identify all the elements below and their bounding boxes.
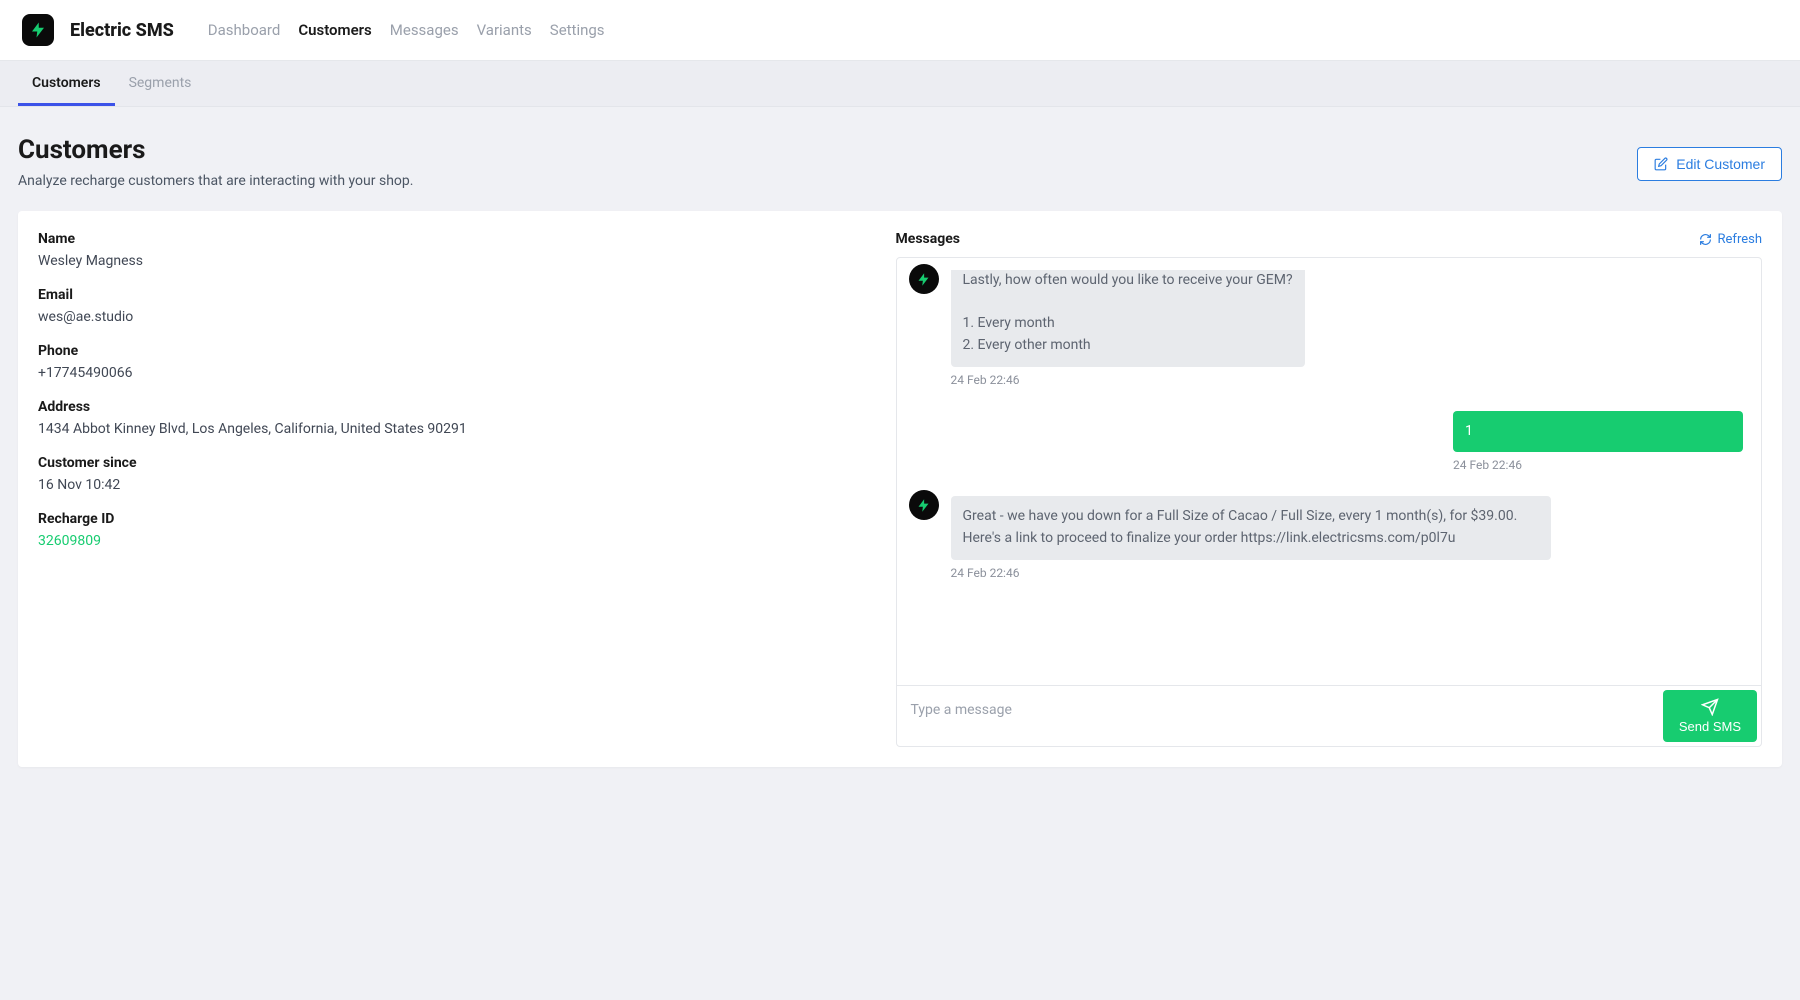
edit-customer-button[interactable]: Edit Customer <box>1637 147 1782 181</box>
customer-details: Name Wesley Magness Email wes@ae.studio … <box>38 231 866 747</box>
value-phone: +17745490066 <box>38 365 866 381</box>
label-email: Email <box>38 287 866 303</box>
value-since: 16 Nov 10:42 <box>38 477 866 493</box>
compose-bar: Send SMS <box>897 685 1761 746</box>
messages-title: Messages <box>896 231 960 247</box>
customer-card: Name Wesley Magness Email wes@ae.studio … <box>18 211 1782 767</box>
value-email: wes@ae.studio <box>38 309 866 325</box>
bolt-icon <box>29 21 47 39</box>
label-name: Name <box>38 231 866 247</box>
bot-avatar <box>909 264 939 294</box>
app-logo <box>22 14 54 46</box>
label-address: Address <box>38 399 866 415</box>
label-recharge-id: Recharge ID <box>38 511 866 527</box>
label-phone: Phone <box>38 343 866 359</box>
refresh-button[interactable]: Refresh <box>1699 232 1762 247</box>
field-phone: Phone +17745490066 <box>38 343 866 381</box>
refresh-icon <box>1699 233 1712 246</box>
page: Customers Analyze recharge customers tha… <box>0 107 1800 785</box>
topbar: Electric SMS Dashboard Customers Message… <box>0 0 1800 61</box>
bolt-icon <box>916 272 931 287</box>
message-bubble: 1 <box>1453 411 1743 453</box>
compose-input[interactable] <box>897 686 1659 742</box>
edit-customer-label: Edit Customer <box>1676 156 1765 172</box>
send-label: Send SMS <box>1679 719 1741 734</box>
label-since: Customer since <box>38 455 866 471</box>
field-recharge-id: Recharge ID 32609809 <box>38 511 866 549</box>
value-recharge-id[interactable]: 32609809 <box>38 533 866 549</box>
field-name: Name Wesley Magness <box>38 231 866 269</box>
field-customer-since: Customer since 16 Nov 10:42 <box>38 455 866 493</box>
message-bubble-wrap: Great - we have you down for a Full Size… <box>951 496 1552 579</box>
nav-messages[interactable]: Messages <box>390 21 459 39</box>
field-address: Address 1434 Abbot Kinney Blvd, Los Ange… <box>38 399 866 437</box>
value-address: 1434 Abbot Kinney Blvd, Los Angeles, Cal… <box>38 421 866 437</box>
message-row: Great - we have you down for a Full Size… <box>909 496 1743 579</box>
message-bubble: Lastly, how often would you like to rece… <box>951 270 1305 367</box>
bot-avatar <box>909 490 939 520</box>
message-bubble-wrap: Lastly, how often would you like to rece… <box>951 270 1305 387</box>
send-icon <box>1701 698 1719 716</box>
nav-dashboard[interactable]: Dashboard <box>208 21 281 39</box>
message-timestamp: 24 Feb 22:46 <box>1453 458 1743 472</box>
messages-header: Messages Refresh <box>896 231 1762 247</box>
page-header: Customers Analyze recharge customers tha… <box>18 135 1782 189</box>
nav-settings[interactable]: Settings <box>550 21 605 39</box>
edit-icon <box>1654 157 1668 171</box>
message-row: 1 24 Feb 22:46 <box>909 411 1743 473</box>
brand-name: Electric SMS <box>70 20 174 41</box>
messages-panel: Messages Refresh <box>896 231 1762 747</box>
nav-variants[interactable]: Variants <box>477 21 532 39</box>
subtabs: Customers Segments <box>0 61 1800 107</box>
subtab-customers[interactable]: Customers <box>18 61 115 106</box>
page-subtitle: Analyze recharge customers that are inte… <box>18 173 413 189</box>
main-nav: Dashboard Customers Messages Variants Se… <box>208 21 605 39</box>
message-row: Lastly, how often would you like to rece… <box>909 270 1743 387</box>
page-title: Customers <box>18 135 413 165</box>
subtab-segments[interactable]: Segments <box>115 61 206 106</box>
message-bubble: Great - we have you down for a Full Size… <box>951 496 1552 559</box>
field-email: Email wes@ae.studio <box>38 287 866 325</box>
message-timestamp: 24 Feb 22:46 <box>951 373 1305 387</box>
messages-scroll[interactable]: Lastly, how often would you like to rece… <box>897 258 1761 685</box>
message-bubble-wrap: 1 24 Feb 22:46 <box>1453 411 1743 473</box>
refresh-label: Refresh <box>1718 232 1762 247</box>
value-name: Wesley Magness <box>38 253 866 269</box>
messages-box: Lastly, how often would you like to rece… <box>896 257 1762 747</box>
nav-customers[interactable]: Customers <box>298 21 371 39</box>
message-timestamp: 24 Feb 22:46 <box>951 566 1552 580</box>
bolt-icon <box>916 498 931 513</box>
send-sms-button[interactable]: Send SMS <box>1663 690 1757 742</box>
